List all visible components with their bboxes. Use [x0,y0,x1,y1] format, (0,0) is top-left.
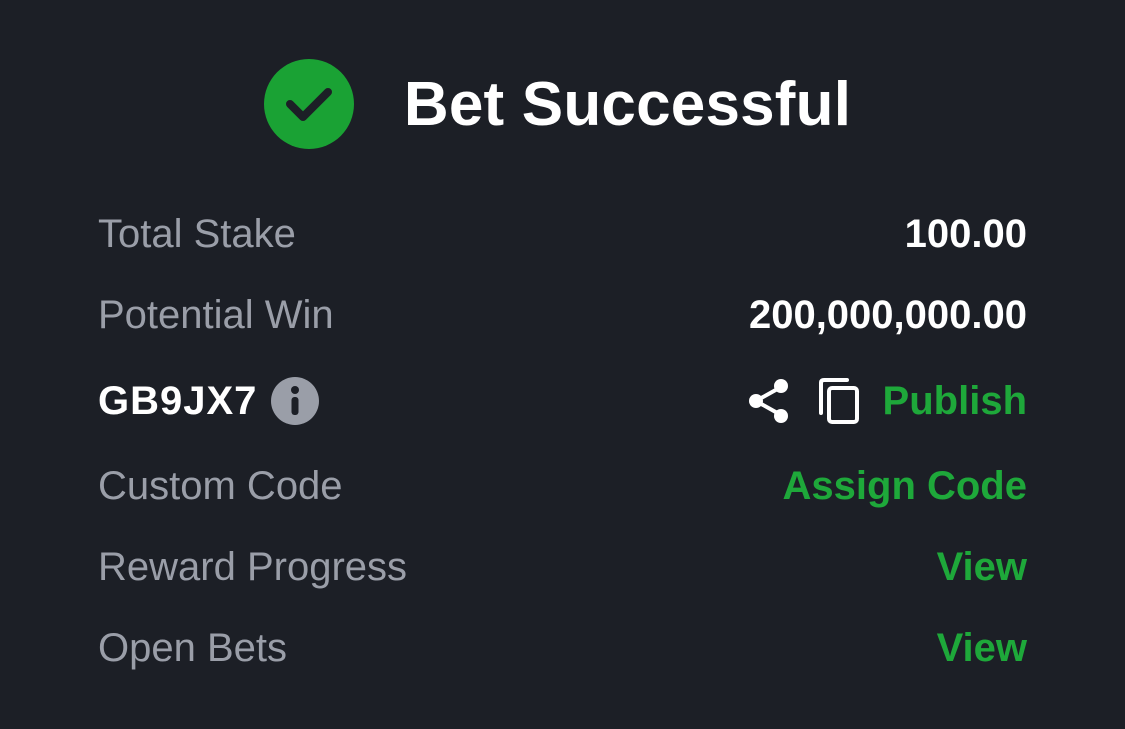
custom-code-label: Custom Code [98,464,343,508]
total-stake-value: 100.00 [904,212,1027,256]
share-glyph-icon [748,379,788,423]
total-stake-row: Total Stake 100.00 [98,194,1027,275]
potential-win-label: Potential Win [98,293,334,337]
booking-code-actions: Publish [747,377,1027,425]
open-bets-row: Open Bets View [98,608,1027,689]
info-icon[interactable] [271,377,320,425]
bet-success-header: Bet Successful [0,58,1125,150]
page-title: Bet Successful [403,69,852,139]
bet-confirmation-panel: Bet Successful Total Stake 100.00 Potent… [0,0,1125,729]
info-glyph-icon [291,386,300,415]
potential-win-value: 200,000,000.00 [748,293,1027,337]
reward-progress-row: Reward Progress View [98,527,1027,608]
total-stake-label: Total Stake [98,212,296,256]
reward-progress-label: Reward Progress [98,545,408,589]
reward-progress-view-button[interactable]: View [937,545,1027,590]
share-icon[interactable] [747,378,791,424]
potential-win-row: Potential Win 200,000,000.00 [98,275,1027,356]
check-circle-icon [263,59,354,149]
booking-code-group: GB9JX7 [98,377,320,425]
booking-code: GB9JX7 [98,378,258,423]
copy-glyph-icon [818,378,859,424]
assign-code-button[interactable]: Assign Code [783,464,1027,509]
copy-icon[interactable] [817,377,861,425]
publish-button[interactable]: Publish [883,379,1027,424]
custom-code-row: Custom Code Assign Code [98,446,1027,527]
booking-code-row: GB9JX7 Publish [98,356,1027,446]
checkmark-icon [285,88,332,121]
open-bets-view-button[interactable]: View [937,626,1027,671]
bet-details-list: Total Stake 100.00 Potential Win 200,000… [98,194,1027,689]
open-bets-label: Open Bets [98,626,288,670]
